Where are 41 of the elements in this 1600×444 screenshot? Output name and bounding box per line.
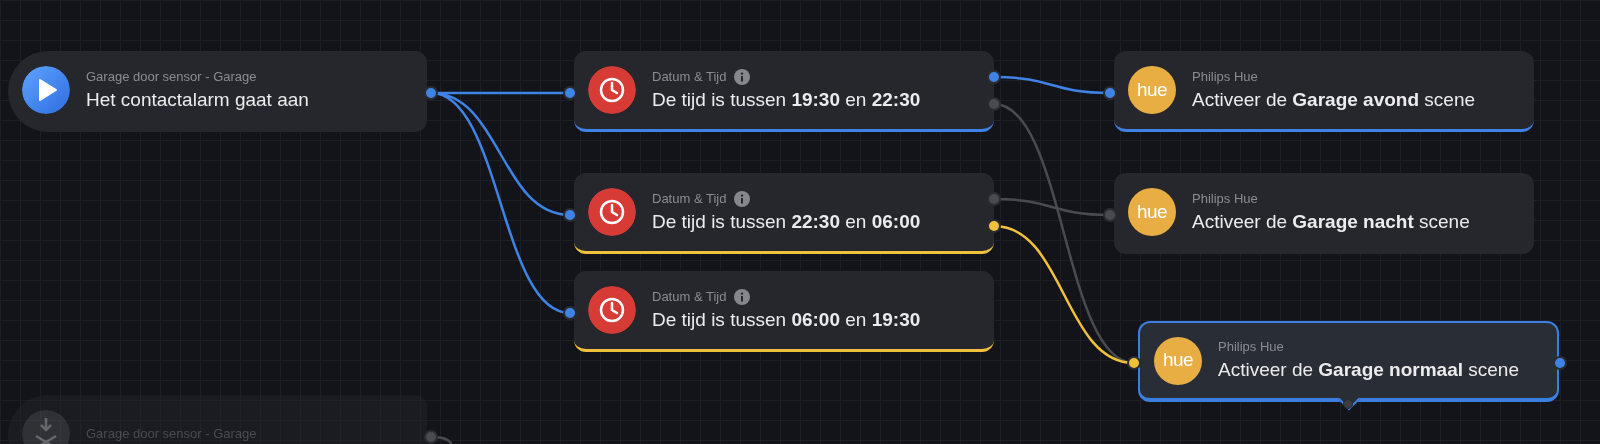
action-text: Activeer de Garage avond scene — [1192, 87, 1476, 112]
flow-card[interactable]: Datum & Tijd De tijd is tussen 22:30 en 06:00 — [574, 173, 994, 254]
connector-port[interactable] — [1103, 86, 1117, 100]
app-name: Philips Hue — [1192, 68, 1258, 85]
flow-card[interactable]: hue Philips Hue Activeer de Garage avond scene — [1114, 51, 1534, 132]
flow-card[interactable]: Datum & Tijd De tijd is tussen 06:00 en 19:30 — [574, 271, 994, 352]
connector-port[interactable] — [424, 86, 438, 100]
app-name: Philips Hue — [1192, 190, 1258, 207]
flow-card[interactable]: hue Philips Hue Activeer de Garage nacht scene — [1114, 173, 1534, 254]
flow-card[interactable]: Garage door sensor - Garage Het contactalarm gaat aan — [8, 51, 427, 132]
hue-logo: hue — [1128, 66, 1176, 114]
app-name: Philips Hue — [1218, 339, 1284, 355]
info-icon[interactable] — [734, 68, 751, 85]
condition-text: De tijd is tussen 19:30 en 22:30 — [652, 87, 921, 112]
app-name: Datum & Tijd — [652, 68, 727, 85]
connector-port[interactable] — [1553, 356, 1567, 370]
condition-text: De tijd is tussen 22:30 en 06:00 — [652, 209, 921, 234]
action-text: Activeer de Garage nacht scene — [1192, 209, 1470, 234]
app-name: Datum & Tijd — [652, 288, 727, 305]
connector-port[interactable] — [987, 219, 1001, 233]
hue-logo: hue — [1154, 336, 1202, 385]
connector-port[interactable] — [1127, 356, 1141, 370]
flow-card[interactable]: hue Philips Hue Activeer de Garage normaal scene — [1138, 321, 1559, 402]
connector-port[interactable] — [563, 86, 577, 100]
device-name: Garage door sensor - Garage — [86, 68, 257, 85]
arrows-icon — [22, 410, 70, 444]
connector-port[interactable] — [563, 306, 577, 320]
app-name: Datum & Tijd — [652, 190, 727, 207]
connector-port[interactable] — [563, 208, 577, 222]
clock-icon — [588, 66, 636, 114]
clock-icon — [588, 188, 636, 236]
action-text: Activeer de Garage normaal scene — [1218, 358, 1519, 382]
info-icon[interactable] — [734, 288, 751, 305]
clock-icon — [588, 286, 636, 334]
info-icon[interactable] — [734, 190, 751, 207]
hue-logo: hue — [1128, 188, 1176, 236]
flow-card[interactable]: Datum & Tijd De tijd is tussen 19:30 en 22:30 — [574, 51, 994, 132]
condition-text: De tijd is tussen 06:00 en 19:30 — [652, 307, 921, 332]
play-icon — [22, 66, 70, 114]
connector-port[interactable] — [987, 70, 1001, 84]
trigger-text: Het contactalarm gaat aan — [86, 87, 309, 112]
